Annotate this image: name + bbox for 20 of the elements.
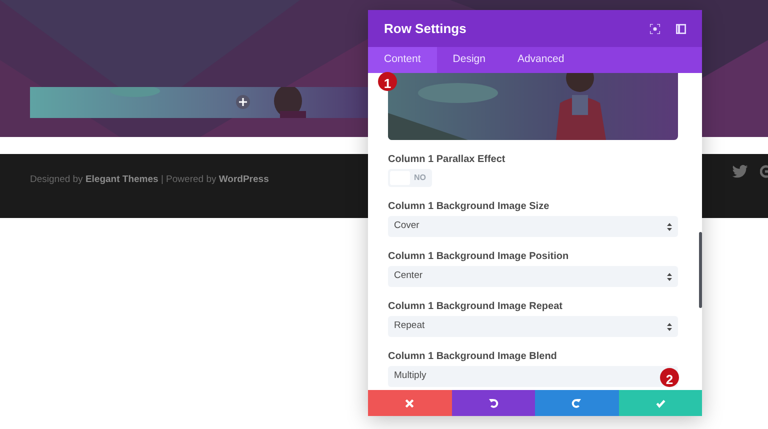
field-label: Column 1 Background Image Blend [388, 351, 558, 362]
scrollbar[interactable] [699, 232, 702, 308]
updown-arrows-icon [667, 222, 672, 230]
twitter-bird-icon[interactable] [732, 165, 748, 178]
updown-arrows-icon [667, 322, 672, 330]
updown-arrows-icon [667, 272, 672, 280]
field-label: Column 1 Background Image Size [388, 201, 550, 212]
select-field[interactable]: Center [388, 266, 678, 287]
undo-button[interactable] [452, 390, 535, 416]
field-label: Column 1 Background Image Repeat [388, 301, 564, 312]
checkmark-icon [656, 398, 665, 408]
select-field[interactable]: Cover [388, 216, 678, 237]
field-label: Column 1 Background Image Position [388, 251, 570, 262]
field-label: Column 1 Parallax Effect [388, 154, 506, 165]
google-icon[interactable] [760, 164, 768, 179]
select-field[interactable]: Repeat [388, 316, 678, 337]
footer-credit: Designed by Elegant Themes | Powered by WordPress [30, 173, 269, 187]
close-icon [405, 398, 414, 408]
redo-icon [572, 398, 582, 408]
undo-icon [488, 398, 498, 408]
